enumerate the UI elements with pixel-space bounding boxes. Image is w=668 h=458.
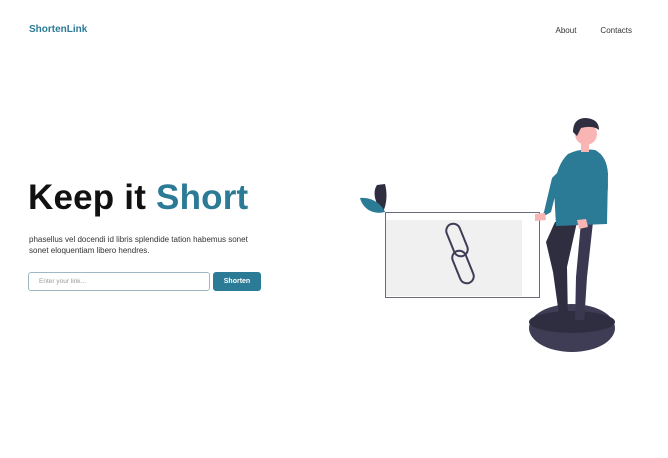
hero-description: phasellus vel docendi id libris splendid… [29,235,248,255]
link-input[interactable] [28,272,210,291]
board-panel [386,220,522,296]
brand-logo[interactable]: ShortenLink [29,24,87,35]
top-nav: About Contacts [556,26,632,35]
nav-link-about[interactable]: About [556,26,577,35]
nav-link-contacts[interactable]: Contacts [600,26,632,35]
hero-title-accent: Short [156,178,249,217]
hero-title: Keep it Short [28,178,248,218]
landing-page: ShortenLink About Contacts Keep it Short… [0,0,668,458]
person-neck [581,144,589,152]
person-left-hand [535,213,546,221]
shorten-form: Shorten [28,272,261,291]
hero-illustration [360,118,615,352]
shorten-button[interactable]: Shorten [213,272,261,291]
hero-title-main: Keep it [28,178,147,217]
